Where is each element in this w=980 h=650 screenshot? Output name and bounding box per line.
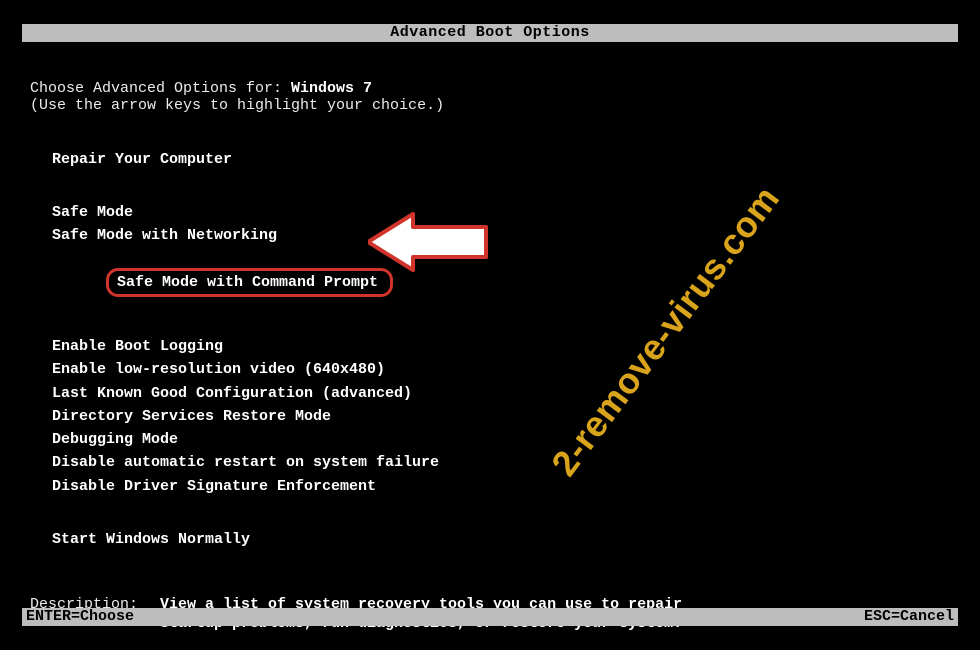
- option-safe-mode-command-prompt-wrapper[interactable]: Safe Mode with Command Prompt: [52, 250, 950, 314]
- footer-enter-hint: ENTER=Choose: [26, 608, 134, 626]
- option-disable-driver-sig[interactable]: Disable Driver Signature Enforcement: [52, 478, 950, 495]
- option-group-normal: Start Windows Normally: [52, 531, 950, 548]
- option-safe-mode-command-prompt[interactable]: Safe Mode with Command Prompt: [106, 268, 393, 297]
- boot-menu-content: Choose Advanced Options for: Windows 7 (…: [30, 80, 950, 634]
- footer-esc-hint: ESC=Cancel: [864, 608, 954, 626]
- option-start-normally[interactable]: Start Windows Normally: [52, 531, 950, 548]
- option-repair-your-computer[interactable]: Repair Your Computer: [52, 151, 950, 168]
- option-low-res-video[interactable]: Enable low-resolution video (640x480): [52, 361, 950, 378]
- footer-bar: ENTER=Choose ESC=Cancel: [22, 608, 958, 626]
- title-bar: Advanced Boot Options: [22, 24, 958, 42]
- option-enable-boot-logging[interactable]: Enable Boot Logging: [52, 338, 950, 355]
- option-safe-mode[interactable]: Safe Mode: [52, 204, 950, 221]
- prompt-line: Choose Advanced Options for: Windows 7: [30, 80, 950, 97]
- option-last-known-good[interactable]: Last Known Good Configuration (advanced): [52, 385, 950, 402]
- os-name: Windows 7: [291, 80, 372, 97]
- hint-line: (Use the arrow keys to highlight your ch…: [30, 97, 950, 114]
- option-group-safemode: Safe Mode Safe Mode with Networking Safe…: [52, 204, 950, 314]
- option-group-advanced: Enable Boot Logging Enable low-resolutio…: [52, 338, 950, 495]
- option-disable-auto-restart[interactable]: Disable automatic restart on system fail…: [52, 454, 950, 471]
- title-text: Advanced Boot Options: [390, 24, 590, 41]
- option-ds-restore-mode[interactable]: Directory Services Restore Mode: [52, 408, 950, 425]
- option-group-repair: Repair Your Computer: [52, 151, 950, 168]
- option-debugging-mode[interactable]: Debugging Mode: [52, 431, 950, 448]
- option-safe-mode-networking[interactable]: Safe Mode with Networking: [52, 227, 950, 244]
